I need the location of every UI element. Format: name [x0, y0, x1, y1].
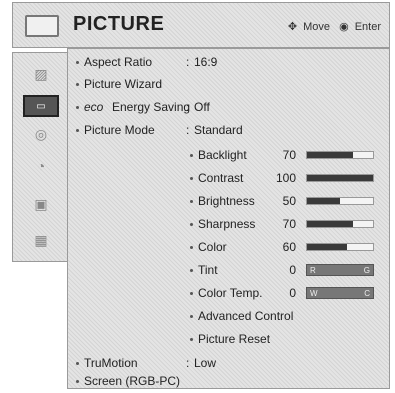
slider-label: Sharpness: [198, 217, 256, 231]
temp-left-label: W: [310, 289, 318, 298]
menu-item-label: Picture Mode: [84, 123, 155, 137]
slider-label: Color Temp.: [198, 286, 263, 300]
picture-icon[interactable]: ▭: [23, 95, 59, 117]
slider-value: 50: [282, 194, 296, 208]
slider-label: Backlight: [198, 148, 247, 162]
menu-item-value: 16:9: [194, 55, 218, 69]
contrast-bar[interactable]: [306, 174, 374, 182]
menu-item-label: Screen (RGB-PC): [84, 374, 181, 388]
tv-icon: [25, 15, 59, 37]
settings-panel: Aspect Ratio : 16:9 Picture Wizard eco E…: [67, 48, 390, 389]
menu-item-advanced-control[interactable]: Advanced Control: [68, 307, 388, 325]
slider-contrast[interactable]: Contrast 100: [68, 169, 388, 187]
slider-sharpness[interactable]: Sharpness 70: [68, 215, 388, 233]
title-bar: PICTURE ✥ Move ◉ Enter: [12, 2, 390, 48]
slider-value: 100: [275, 171, 296, 185]
sharpness-bar[interactable]: [306, 220, 374, 228]
menu-item-picture-reset[interactable]: Picture Reset: [68, 330, 388, 348]
move-icon: ✥: [287, 21, 298, 33]
menu-item-label: Aspect Ratio: [84, 55, 153, 69]
slider-color[interactable]: Color 60: [68, 238, 388, 256]
menu-item-value: Standard: [194, 123, 243, 137]
menu-item-trumotion[interactable]: TruMotion : Low: [68, 354, 388, 372]
menu-item-aspect-ratio[interactable]: Aspect Ratio : 16:9: [68, 53, 388, 71]
option-icon[interactable]: ▦: [27, 229, 55, 251]
menu-item-label: Energy Saving: [112, 100, 191, 114]
audio-icon[interactable]: ◎: [27, 123, 55, 145]
backlight-bar[interactable]: [306, 151, 374, 159]
color-bar[interactable]: [306, 243, 374, 251]
slider-brightness[interactable]: Brightness 50: [68, 192, 388, 210]
color-temp-balance-bar[interactable]: W C: [306, 287, 374, 299]
temp-right-label: C: [364, 289, 370, 298]
slider-label: Contrast: [198, 171, 244, 185]
menu-item-energy-saving[interactable]: eco Energy Saving : Off: [68, 98, 388, 116]
tint-right-label: G: [363, 266, 370, 275]
sidebar: ▨ ▭ ◎ ◔ ▣ ▦: [12, 52, 67, 262]
menu-item-value: Low: [194, 356, 217, 370]
menu-item-label: Advanced Control: [198, 309, 294, 323]
slider-value: 0: [289, 286, 296, 300]
page-title: PICTURE: [73, 13, 165, 35]
move-hint: Move: [303, 21, 331, 33]
slider-value: 60: [282, 240, 296, 254]
menu-item-value: Off: [194, 100, 210, 114]
slider-color-temp[interactable]: Color Temp. 0 W C: [68, 284, 388, 302]
slider-value: 0: [289, 263, 296, 277]
slider-label: Tint: [198, 263, 218, 277]
lock-icon[interactable]: ▣: [27, 193, 55, 215]
slider-tint[interactable]: Tint 0 R G: [68, 261, 388, 279]
tint-left-label: R: [310, 266, 316, 275]
enter-icon: ◉: [339, 21, 349, 33]
slider-label: Brightness: [198, 194, 255, 208]
menu-item-label: Picture Wizard: [84, 77, 163, 91]
slider-label: Color: [198, 240, 227, 254]
brightness-bar[interactable]: [306, 197, 374, 205]
menu-item-label: TruMotion: [84, 356, 138, 370]
tint-balance-bar[interactable]: R G: [306, 264, 374, 276]
slider-value: 70: [282, 217, 296, 231]
slider-backlight[interactable]: Backlight 70: [68, 146, 388, 164]
menu-item-picture-mode[interactable]: Picture Mode : Standard: [68, 121, 388, 139]
clock-icon[interactable]: ◔: [27, 155, 55, 177]
eco-icon: eco: [84, 100, 104, 114]
menu-item-label: Picture Reset: [198, 332, 271, 346]
image-icon[interactable]: ▨: [27, 63, 55, 85]
menu-item-screen[interactable]: Screen (RGB-PC): [68, 372, 388, 390]
nav-hints: ✥ Move ◉ Enter: [282, 20, 381, 33]
menu-item-picture-wizard[interactable]: Picture Wizard: [68, 75, 388, 93]
slider-value: 70: [282, 148, 296, 162]
enter-hint: Enter: [354, 21, 381, 33]
